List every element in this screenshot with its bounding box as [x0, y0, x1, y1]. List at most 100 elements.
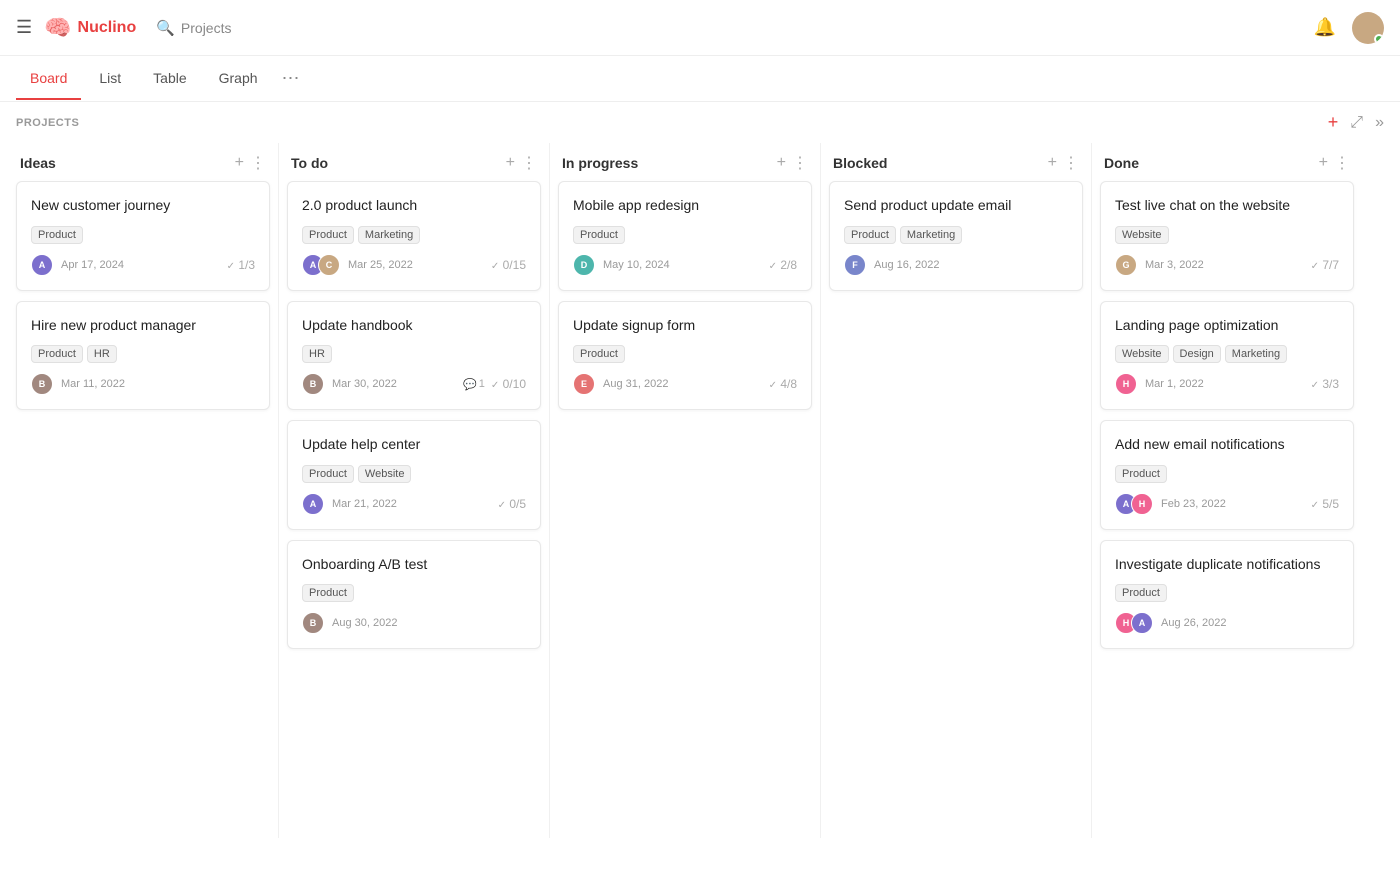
tabs-more-icon[interactable]: ⋯ — [276, 56, 306, 101]
tag-hr[interactable]: HR — [302, 345, 332, 363]
column-more-button-todo[interactable]: ⋮ — [521, 153, 537, 173]
tag-product[interactable]: Product — [573, 345, 625, 363]
tag-website[interactable]: Website — [1115, 226, 1169, 244]
search-label: Projects — [181, 20, 232, 36]
tag-product[interactable]: Product — [302, 465, 354, 483]
tag-marketing[interactable]: Marketing — [900, 226, 962, 244]
card-tags-c3: ProductMarketing — [302, 226, 526, 244]
collapse-button[interactable]: » — [1375, 112, 1384, 133]
card-avatars-c13: HA — [1115, 612, 1153, 634]
tag-product[interactable]: Product — [31, 226, 83, 244]
card-footer-c13: HA Aug 26, 2022 — [1115, 612, 1339, 634]
expand-button[interactable]: ⤢ — [1350, 112, 1363, 133]
card-tags-c5: ProductWebsite — [302, 465, 526, 483]
avatar: D — [573, 254, 595, 276]
column-header-blocked: Blocked+⋮ — [829, 143, 1083, 181]
bell-icon[interactable]: 🔔 — [1314, 17, 1336, 38]
card-c1[interactable]: New customer journeyProductAApr 17, 2024… — [16, 181, 270, 291]
avatar: H — [1115, 373, 1137, 395]
avatar[interactable] — [1352, 12, 1384, 44]
column-header-ideas: Ideas+⋮ — [16, 143, 270, 181]
card-c11[interactable]: Landing page optimizationWebsiteDesignMa… — [1100, 301, 1354, 411]
card-checklist-c4: ✓ 0/10 — [491, 377, 526, 391]
tag-marketing[interactable]: Marketing — [1225, 345, 1287, 363]
card-footer-c9: FAug 16, 2022 — [844, 254, 1068, 276]
tabs-bar: Board List Table Graph ⋯ — [0, 56, 1400, 102]
card-meta-c10: ✓ 7/7 — [1311, 258, 1339, 272]
tag-website[interactable]: Website — [1115, 345, 1169, 363]
tag-design[interactable]: Design — [1173, 345, 1221, 363]
card-c8[interactable]: Update signup form Product EAug 31, 2022✓ … — [558, 301, 812, 411]
column-add-button-ideas[interactable]: + — [235, 154, 244, 172]
tag-product[interactable]: Product — [31, 345, 83, 363]
column-more-button-done[interactable]: ⋮ — [1334, 153, 1350, 173]
column-inprogress: In progress+⋮Mobile app redesignProductD… — [550, 143, 820, 838]
column-title-todo: To do — [291, 155, 506, 171]
card-tags-c12: Product — [1115, 465, 1339, 483]
card-checklist-c5: ✓ 0/5 — [498, 497, 526, 511]
card-meta-c8: ✓ 4/8 — [769, 377, 797, 391]
card-c13[interactable]: Investigate duplicate notificationsProdu… — [1100, 540, 1354, 650]
card-tags-c8: Product — [573, 345, 797, 363]
tag-product[interactable]: Product — [1115, 584, 1167, 602]
card-date-c4: Mar 30, 2022 — [332, 378, 397, 390]
card-footer-c8: EAug 31, 2022✓ 4/8 — [573, 373, 797, 395]
card-footer-c2: BMar 11, 2022 — [31, 373, 255, 395]
avatar: B — [302, 373, 324, 395]
column-add-button-inprogress[interactable]: + — [777, 154, 786, 172]
card-c3[interactable]: 2.0 product launchProductMarketingACMar … — [287, 181, 541, 291]
column-more-button-inprogress[interactable]: ⋮ — [792, 153, 808, 173]
logo[interactable]: 🧠 Nuclino — [44, 15, 136, 41]
card-c10[interactable]: Test live chat on the websiteWebsiteGMar… — [1100, 181, 1354, 291]
card-title-c3: 2.0 product launch — [302, 196, 526, 216]
tag-marketing[interactable]: Marketing — [358, 226, 420, 244]
hamburger-icon[interactable]: ☰ — [16, 17, 32, 38]
tab-graph[interactable]: Graph — [205, 58, 272, 100]
card-c12[interactable]: Add new email notificationsProductAHFeb … — [1100, 420, 1354, 530]
card-tags-c6: Product — [302, 584, 526, 602]
tag-website[interactable]: Website — [358, 465, 412, 483]
card-avatars-c5: A — [302, 493, 324, 515]
card-title-c4: Update handbook — [302, 316, 526, 336]
card-c5[interactable]: Update help centerProductWebsiteAMar 21,… — [287, 420, 541, 530]
search-bar[interactable]: 🔍 Projects — [156, 19, 231, 37]
column-more-button-ideas[interactable]: ⋮ — [250, 153, 266, 173]
column-add-button-done[interactable]: + — [1319, 154, 1328, 172]
card-date-c10: Mar 3, 2022 — [1145, 259, 1204, 271]
card-avatars-c1: A — [31, 254, 53, 276]
projects-actions: + ⤢ » — [1328, 112, 1384, 133]
column-add-button-blocked[interactable]: + — [1048, 154, 1057, 172]
card-c9[interactable]: Send product update emailProductMarketin… — [829, 181, 1083, 291]
card-title-c1: New customer journey — [31, 196, 255, 216]
card-title-c8: Update signup form — [573, 316, 797, 336]
tag-product[interactable]: Product — [573, 226, 625, 244]
card-date-c13: Aug 26, 2022 — [1161, 617, 1226, 629]
search-icon: 🔍 — [156, 19, 175, 37]
column-done: Done+⋮Test live chat on the websiteWebsi… — [1092, 143, 1362, 838]
card-checklist-c8: ✓ 4/8 — [769, 377, 797, 391]
card-footer-c10: GMar 3, 2022✓ 7/7 — [1115, 254, 1339, 276]
card-c6[interactable]: Onboarding A/B testProductBAug 30, 2022 — [287, 540, 541, 650]
tab-table[interactable]: Table — [139, 58, 200, 100]
add-project-button[interactable]: + — [1328, 112, 1339, 133]
tag-product[interactable]: Product — [844, 226, 896, 244]
card-c4[interactable]: Update handbook HR B Mar 30, 2022 💬 1 ✓ 0/10 — [287, 301, 541, 411]
card-c2[interactable]: Hire new product managerProductHRBMar 11… — [16, 301, 270, 411]
column-more-button-blocked[interactable]: ⋮ — [1063, 153, 1079, 173]
card-checklist-c10: ✓ 7/7 — [1311, 258, 1339, 272]
card-checklist-c1: ✓ 1/3 — [227, 258, 255, 272]
tag-product[interactable]: Product — [302, 584, 354, 602]
tab-list[interactable]: List — [85, 58, 135, 100]
tab-board[interactable]: Board — [16, 58, 81, 100]
card-c7[interactable]: Mobile app redesignProductDMay 10, 2024✓… — [558, 181, 812, 291]
tag-product[interactable]: Product — [302, 226, 354, 244]
card-date-c11: Mar 1, 2022 — [1145, 378, 1204, 390]
card-avatars-c11: H — [1115, 373, 1137, 395]
tag-product[interactable]: Product — [1115, 465, 1167, 483]
card-comment-icon-c4: 💬 1 — [463, 378, 485, 391]
card-checklist-c3: ✓ 0/15 — [491, 258, 526, 272]
card-footer-c6: BAug 30, 2022 — [302, 612, 526, 634]
card-title-c7: Mobile app redesign — [573, 196, 797, 216]
column-add-button-todo[interactable]: + — [506, 154, 515, 172]
tag-hr[interactable]: HR — [87, 345, 117, 363]
